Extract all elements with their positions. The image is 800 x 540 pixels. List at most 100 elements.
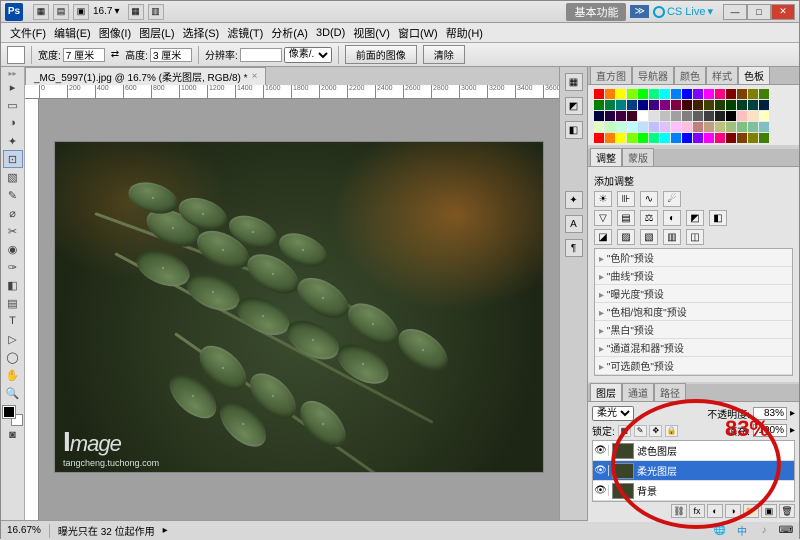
adj-hue-icon[interactable]: ▤ — [617, 210, 635, 226]
layer-item[interactable]: 👁背景 — [593, 481, 794, 501]
tool-lasso[interactable]: ◑ — [3, 114, 23, 132]
tab-channels[interactable]: 通道 — [622, 383, 654, 401]
tool-heal[interactable]: ✎ — [3, 186, 23, 204]
adj-bw-icon[interactable]: ◐ — [663, 210, 681, 226]
status-icon-4[interactable]: ⌨ — [779, 524, 793, 538]
dock-icon-4[interactable]: ✦ — [565, 191, 583, 209]
lock-trans-icon[interactable]: ▦ — [618, 425, 631, 437]
preset-curves[interactable]: "曲线"预设 — [595, 267, 792, 285]
quickmask-icon[interactable]: ◙ — [3, 426, 23, 444]
adj-curves-icon[interactable]: ∿ — [640, 191, 658, 207]
preset-levels[interactable]: "色阶"预设 — [595, 249, 792, 267]
title-icon-5[interactable]: ▥ — [148, 4, 164, 20]
newlayer-icon[interactable]: ▣ — [761, 504, 777, 518]
dock-icon-5[interactable]: A — [565, 215, 583, 233]
color-swatches[interactable] — [3, 406, 23, 426]
lock-all-icon[interactable]: 🔒 — [665, 425, 678, 437]
adj-thresh-icon[interactable]: ▧ — [640, 229, 658, 245]
cslive-button[interactable]: CS Live ▾ — [653, 5, 713, 18]
tab-swatches[interactable]: 色板 — [738, 66, 770, 84]
swap-icon[interactable]: ⇄ — [111, 49, 119, 60]
tool-crop[interactable]: ⊡ — [3, 150, 23, 168]
tool-blur[interactable]: ▤ — [3, 294, 23, 312]
tool-eraser[interactable]: ✑ — [3, 258, 23, 276]
tab-adjustments[interactable]: 调整 — [590, 148, 622, 166]
folder-icon[interactable]: 📁 — [743, 504, 759, 518]
clear-button[interactable]: 清除 — [423, 45, 465, 64]
preset-mixer[interactable]: "通道混和器"预设 — [595, 339, 792, 357]
tool-move[interactable]: ▸ — [3, 78, 23, 96]
adj-invert-icon[interactable]: ◪ — [594, 229, 612, 245]
visibility-icon[interactable]: 👁 — [593, 465, 609, 476]
tab-layers[interactable]: 图层 — [590, 383, 622, 401]
canvas[interactable]: Image tangcheng.tuchong.com — [39, 99, 559, 520]
visibility-icon[interactable]: 👁 — [593, 445, 609, 456]
lock-move-icon[interactable]: ✥ — [649, 425, 662, 437]
adj-balance-icon[interactable]: ⚖ — [640, 210, 658, 226]
adjlayer-icon[interactable]: ◑ — [725, 504, 741, 518]
dock-icon-3[interactable]: ◧ — [565, 121, 583, 139]
tab-paths[interactable]: 路径 — [654, 383, 686, 401]
maximize-button[interactable]: □ — [747, 4, 771, 20]
menu-filter[interactable]: 滤镜(T) — [224, 24, 266, 42]
tool-hand[interactable]: ✋ — [3, 366, 23, 384]
status-icon-2[interactable]: 中 — [735, 524, 749, 538]
layer-item[interactable]: 👁柔光图层 — [593, 461, 794, 481]
tool-history[interactable]: ◉ — [3, 240, 23, 258]
adj-levels-icon[interactable]: ⊪ — [617, 191, 635, 207]
title-icon-2[interactable]: ▤ — [53, 4, 69, 20]
menu-edit[interactable]: 编辑(E) — [51, 24, 94, 42]
tab-navigator[interactable]: 导航器 — [632, 66, 674, 84]
front-image-button[interactable]: 前面的图像 — [345, 45, 417, 64]
res-unit[interactable]: 像素/... — [284, 47, 332, 63]
preset-selcolor[interactable]: "可选颜色"预设 — [595, 357, 792, 375]
tab-color[interactable]: 颜色 — [674, 66, 706, 84]
menu-3d[interactable]: 3D(D) — [313, 26, 348, 40]
fill-input[interactable] — [753, 424, 787, 437]
menu-file[interactable]: 文件(F) — [7, 24, 49, 42]
fx-icon[interactable]: fx — [689, 504, 705, 518]
fill-drop-icon[interactable]: ▸ — [790, 425, 795, 436]
adj-exposure-icon[interactable]: ☄ — [663, 191, 681, 207]
adj-vib-icon[interactable]: ▽ — [594, 210, 612, 226]
tool-zoom[interactable]: 🔍 — [3, 384, 23, 402]
dock-icon-1[interactable]: ▦ — [565, 73, 583, 91]
menu-window[interactable]: 窗口(W) — [395, 24, 441, 42]
status-icon-3[interactable]: ♪ — [757, 524, 771, 538]
tool-marquee[interactable]: ▭ — [3, 96, 23, 114]
adj-brightness-icon[interactable]: ☀ — [594, 191, 612, 207]
title-icon-1[interactable]: ▦ — [33, 4, 49, 20]
mask-icon[interactable]: ◐ — [707, 504, 723, 518]
tab-histogram[interactable]: 直方图 — [590, 66, 632, 84]
status-zoom[interactable]: 16.67% — [7, 525, 41, 536]
tool-shape[interactable]: ◯ — [3, 348, 23, 366]
tool-type[interactable]: T — [3, 312, 23, 330]
document-tab[interactable]: _MG_5997(1).jpg @ 16.7% (柔光图层, RGB/8) *× — [25, 67, 266, 85]
minimize-button[interactable]: — — [723, 4, 747, 20]
adj-grad-icon[interactable]: ▥ — [663, 229, 681, 245]
tool-path[interactable]: ▷ — [3, 330, 23, 348]
preset-exposure[interactable]: "曝光度"预设 — [595, 285, 792, 303]
layer-item[interactable]: 👁滤色图层 — [593, 441, 794, 461]
menu-help[interactable]: 帮助(H) — [443, 24, 486, 42]
adj-poster-icon[interactable]: ▨ — [617, 229, 635, 245]
trash-icon[interactable]: 🗑 — [779, 504, 795, 518]
menu-select[interactable]: 选择(S) — [180, 24, 223, 42]
adj-photo-icon[interactable]: ◩ — [686, 210, 704, 226]
menu-image[interactable]: 图像(I) — [96, 24, 134, 42]
preset-list[interactable]: "色阶"预设 "曲线"预设 "曝光度"预设 "色相/饱和度"预设 "黑白"预设 … — [594, 248, 793, 376]
opacity-drop-icon[interactable]: ▸ — [790, 408, 795, 419]
preset-hue[interactable]: "色相/饱和度"预设 — [595, 303, 792, 321]
title-icon-4[interactable]: ▦ — [128, 4, 144, 20]
menu-layer[interactable]: 图层(L) — [136, 24, 177, 42]
crop-tool-icon[interactable] — [7, 46, 25, 64]
menu-analysis[interactable]: 分析(A) — [268, 24, 311, 42]
menu-view[interactable]: 视图(V) — [350, 24, 393, 42]
tool-brush[interactable]: ⌀ — [3, 204, 23, 222]
close-button[interactable]: ✕ — [771, 4, 795, 20]
status-icon-1[interactable]: 🌐 — [713, 524, 727, 538]
dock-icon-6[interactable]: ¶ — [565, 239, 583, 257]
adj-selcol-icon[interactable]: ◫ — [686, 229, 704, 245]
layer-list[interactable]: 👁滤色图层 👁柔光图层 👁背景 — [592, 440, 795, 502]
blend-mode-select[interactable]: 柔光 — [592, 406, 634, 421]
